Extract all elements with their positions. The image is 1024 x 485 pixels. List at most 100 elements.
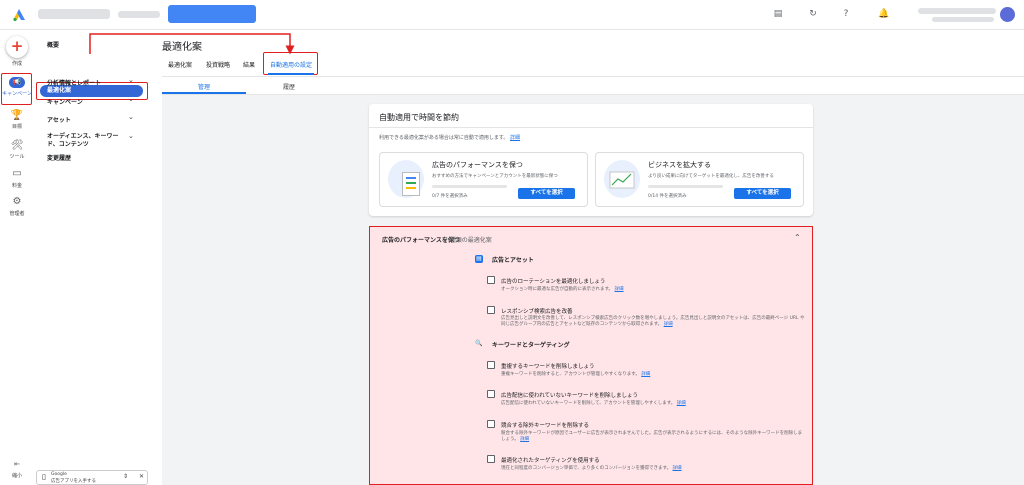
- learn-more-link[interactable]: 詳細: [664, 322, 673, 327]
- notifications-icon[interactable]: 🔔: [878, 8, 890, 20]
- desc-text: オークション時に最適な広告が自動的に表示されます。: [501, 287, 614, 292]
- growth-desc: より良い成果に向けてターゲットを最適化し、広告を改善する: [648, 174, 774, 179]
- card-description-text: 利用できる最適化案がある場合は常に自動で適用します。: [379, 135, 509, 141]
- tools-icon[interactable]: 🛠: [0, 140, 34, 151]
- item-remove-unused-keywords: 広告配信に使われていないキーワードを削除しましょう: [501, 393, 639, 399]
- goals-icon[interactable]: 🏆: [0, 110, 34, 121]
- create-button[interactable]: +: [6, 36, 28, 58]
- app-promo[interactable]: ▯ Google 広告アプリを入手する ⇕ ✕: [36, 470, 148, 485]
- learn-more-link[interactable]: 詳細: [641, 372, 650, 377]
- chevron-down-icon[interactable]: ⌄: [128, 132, 134, 140]
- tab-manage[interactable]: 管理: [198, 82, 210, 91]
- nav-overview[interactable]: 概要: [47, 40, 59, 49]
- ads-assets-icon: ▤: [475, 255, 483, 263]
- performance-card: 広告のパフォーマンスを保つ おすすめの方法でキャンペーンとアカウントを最新状態に…: [379, 152, 588, 207]
- select-all-performance-button[interactable]: すべてを選択: [518, 188, 575, 199]
- account-name-blurred: [38, 9, 110, 19]
- collapse-icon[interactable]: ⇤: [0, 460, 34, 468]
- card-description: 利用できる最適化案がある場合は常に自動で適用します。 詳細: [379, 134, 520, 141]
- card-title: 自動適用で時間を節約: [379, 113, 459, 122]
- nav-audiences-line2[interactable]: ド、コンテンツ: [47, 139, 89, 148]
- item-improve-rsa-desc: 広告見出しと説明文を改善して、レスポンシブ検索広告のクリック数を増やしましょう。…: [501, 316, 806, 329]
- desc-text: 広告配信に使われていないキーワードを削除して、アカウントを管理しやすくします。: [501, 401, 676, 406]
- checkbox-remove-duplicate-keywords[interactable]: [487, 361, 495, 369]
- growth-illustration: [604, 160, 640, 198]
- growth-title: ビジネスを拡大する: [648, 161, 711, 169]
- collapse-label[interactable]: 縮小: [0, 472, 34, 479]
- search-icon: 🔍: [475, 340, 483, 347]
- item-optimize-rotation: 広告のローテーションを最適化しましょう: [501, 279, 606, 285]
- auto-apply-card: 自動適用で時間を節約 利用できる最適化案がある場合は常に自動で適用します。 詳細…: [369, 104, 813, 216]
- item-optimized-targeting: 最適化されたターゲティングを使用する: [501, 458, 600, 464]
- section-keywords-targeting: キーワードとターゲティング: [492, 342, 570, 349]
- chevron-down-icon[interactable]: ⌄: [128, 76, 134, 84]
- avatar[interactable]: [1000, 7, 1015, 22]
- desc-text: 競合する除外キーワードが原因でユーザーに広告が表示されませんでした。広告が表示さ…: [501, 431, 803, 443]
- performance-recommendations-panel: 広告のパフォーマンスを保つ 7 種類の最適化案 ⌃ ▤ 広告とアセット 広告のロ…: [369, 226, 813, 485]
- close-icon[interactable]: ✕: [139, 473, 144, 480]
- checkbox-remove-unused-keywords[interactable]: [487, 390, 495, 398]
- help-icon[interactable]: ?: [840, 8, 852, 20]
- performance-illustration: [388, 160, 424, 198]
- user-account-blurred: [932, 17, 994, 22]
- performance-progress: [432, 185, 507, 188]
- divider: [369, 127, 813, 128]
- divider: [162, 76, 1024, 77]
- item-remove-conflicting-negatives-desc: 競合する除外キーワードが原因でユーザーに広告が表示されませんでした。広告が表示さ…: [501, 431, 806, 444]
- growth-card: ビジネスを拡大する より良い成果に向けてターゲットを最適化し、広告を改善する 0…: [595, 152, 804, 207]
- item-optimized-targeting-desc: 現在と同程度のコンバージョン単価で、より多くのコンバージョンを獲得できます。 詳…: [501, 466, 806, 472]
- appearance-icon[interactable]: ▤: [772, 8, 784, 20]
- tools-label: ツール: [9, 154, 25, 160]
- campaign-rail-label[interactable]: キャンペーン: [0, 90, 34, 97]
- item-remove-duplicate-keywords: 重複するキーワードを削除しましょう: [501, 364, 595, 370]
- item-optimize-rotation-desc: オークション時に最適な広告が自動的に表示されます。 詳細: [501, 287, 806, 293]
- checkbox-optimize-rotation[interactable]: [487, 276, 495, 284]
- subtab-recommendations[interactable]: 最適化案: [168, 60, 192, 69]
- billing-icon[interactable]: ▭: [0, 168, 34, 179]
- learn-more-link[interactable]: 詳細: [677, 401, 686, 406]
- google-ads-logo[interactable]: [12, 8, 26, 22]
- checkbox-optimized-targeting[interactable]: [487, 455, 495, 463]
- learn-more-link[interactable]: 詳細: [615, 287, 624, 292]
- learn-more-link[interactable]: 詳細: [520, 437, 529, 442]
- user-email-blurred: [918, 8, 996, 14]
- item-remove-unused-keywords-desc: 広告配信に使われていないキーワードを削除して、アカウントを管理しやすくします。 …: [501, 401, 806, 407]
- chevron-down-icon[interactable]: ⌄: [128, 113, 134, 121]
- nav-campaigns[interactable]: キャンペーン: [47, 97, 83, 106]
- chevron-up-icon[interactable]: ⌃: [794, 233, 801, 242]
- top-bar: ▤ ↻ ? 🔔: [0, 0, 1024, 30]
- nav-insights[interactable]: 分析情報とレポート: [47, 78, 101, 87]
- campaign-icon[interactable]: 📢: [9, 77, 25, 88]
- goals-label: 目標: [11, 124, 22, 130]
- subtab-results[interactable]: 結果: [243, 60, 255, 69]
- create-label: 作成: [11, 61, 22, 67]
- panel-count: 7 種類の最適化案: [444, 237, 492, 244]
- page-title: 最適化案: [162, 42, 202, 53]
- performance-desc: おすすめの方法でキャンペーンとアカウントを最新状態に保つ: [432, 174, 558, 179]
- learn-more-link[interactable]: 詳細: [510, 135, 520, 141]
- search-bar[interactable]: [168, 5, 256, 23]
- item-improve-rsa: レスポンシブ検索広告を改善: [501, 309, 573, 315]
- document-icon: [402, 172, 420, 196]
- learn-more-link[interactable]: 詳細: [673, 466, 682, 471]
- expand-icon[interactable]: ⇕: [123, 473, 128, 480]
- desc-text: 広告見出しと説明文を改善して、レスポンシブ検索広告のクリック数を増やしましょう。…: [501, 316, 805, 328]
- admin-label: 管理者: [9, 211, 25, 217]
- tab-history[interactable]: 履歴: [283, 82, 295, 91]
- admin-gear-icon[interactable]: ⚙: [0, 196, 34, 207]
- billing-label: 料金: [11, 183, 22, 189]
- subtab-auto-apply[interactable]: 自動適用の設定: [270, 60, 312, 69]
- select-all-growth-button[interactable]: すべてを選択: [734, 188, 791, 199]
- nav-change-history[interactable]: 変更履歴: [47, 153, 71, 162]
- refresh-icon[interactable]: ↻: [807, 8, 819, 20]
- trend-chart-icon: [609, 171, 635, 189]
- performance-count: 0/7 件を選択済み: [432, 194, 468, 199]
- chevron-down-icon[interactable]: ⌄: [128, 95, 134, 103]
- promo-line1: Google: [51, 472, 67, 477]
- desc-text: 現在と同程度のコンバージョン単価で、より多くのコンバージョンを獲得できます。: [501, 466, 672, 471]
- promo-line2: 広告アプリを入手する: [51, 479, 96, 484]
- nav-assets[interactable]: アセット: [47, 115, 71, 124]
- subtab-investment-strategy[interactable]: 投資戦略: [206, 60, 230, 69]
- checkbox-remove-conflicting-negatives[interactable]: [487, 420, 495, 428]
- checkbox-improve-rsa[interactable]: [487, 306, 495, 314]
